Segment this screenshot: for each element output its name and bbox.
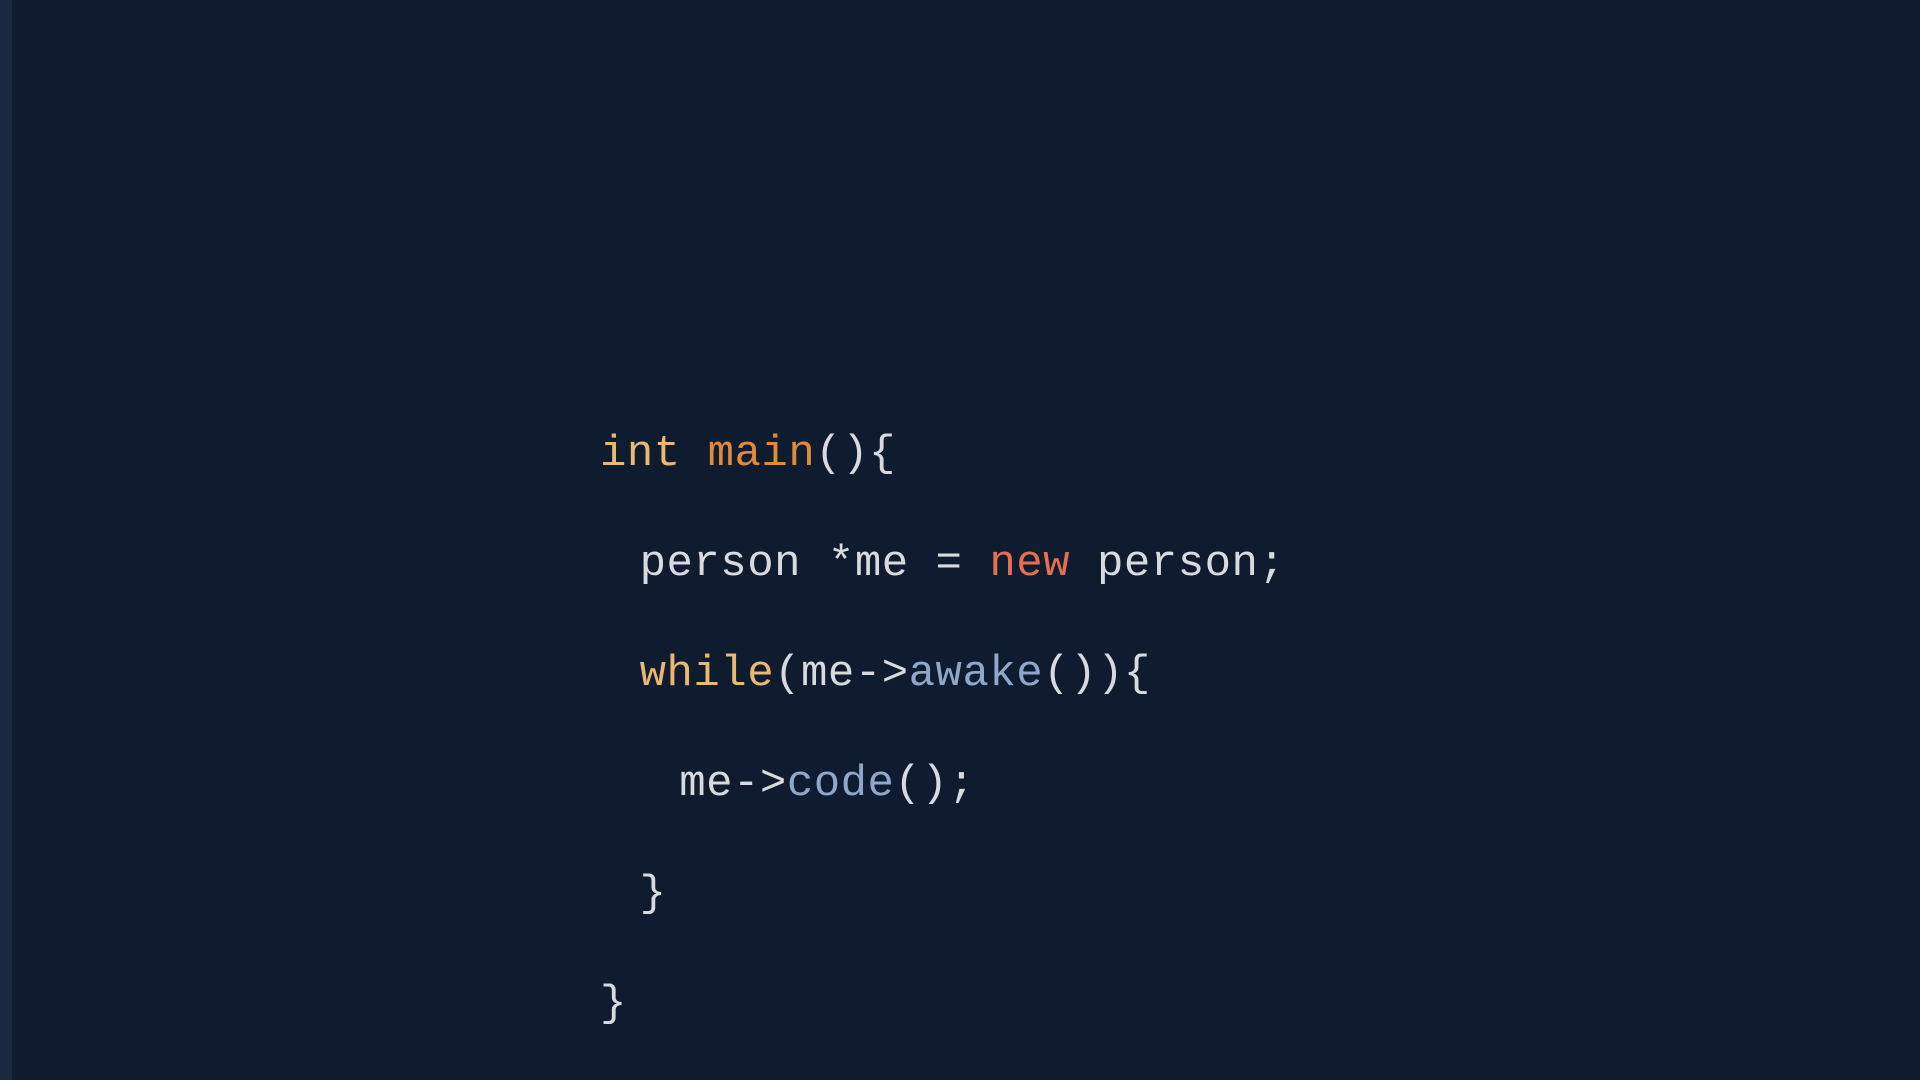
token-method-awake: awake [909,649,1044,699]
token-keyword-new: new [989,539,1070,589]
token-close-brace: } [640,869,667,919]
code-line-2: person *me = new person; [600,537,1285,592]
token-func-main: main [708,429,816,479]
code-line-1: int main(){ [600,427,1285,482]
token-star: * [801,539,855,589]
code-block: int main(){ person *me = new person; whi… [600,372,1285,1080]
token-space [681,429,708,479]
token-type-person: person [640,539,801,589]
code-line-4: me->code(); [600,757,1285,812]
token-call-semi: (); [894,759,975,809]
token-var-me: me [855,539,909,589]
token-class-person: person [1097,539,1258,589]
token-space [1070,539,1097,589]
token-close-brace: } [600,979,627,1029]
code-line-3: while(me->awake()){ [600,647,1285,702]
token-type-int: int [600,429,681,479]
token-rparen-brace: ()){ [1043,649,1151,699]
token-keyword-while: while [640,649,775,699]
editor-gutter [0,0,12,1080]
code-line-5: } [600,867,1285,922]
token-lparen: ( [774,649,801,699]
token-var-me: me [801,649,855,699]
token-arrow: -> [855,649,909,699]
token-var-me: me [679,759,733,809]
code-line-6: } [600,977,1285,1032]
token-semi: ; [1258,539,1285,589]
token-method-code: code [787,759,895,809]
token-eq: = [909,539,990,589]
token-arrow: -> [733,759,787,809]
token-open-brace: (){ [815,429,896,479]
